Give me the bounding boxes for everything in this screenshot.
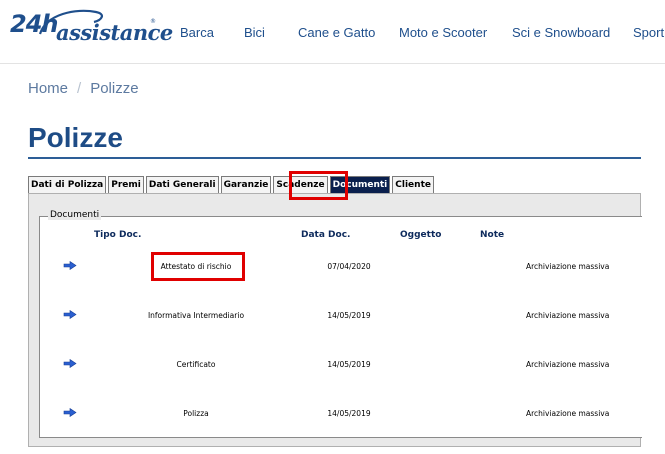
nav-item-moto-e-scooter[interactable]: Moto e Scooter: [399, 25, 487, 40]
breadcrumb-home[interactable]: Home: [28, 80, 68, 97]
doc-tipo[interactable]: Polizza: [183, 409, 208, 418]
column-header-note: Note: [480, 230, 505, 240]
column-header-tipo-doc: Tipo Doc.: [94, 230, 142, 240]
breadcrumb-separator: /: [77, 80, 82, 97]
tab-garanzie[interactable]: Garanzie: [220, 176, 272, 193]
attestato-highlight-box: [151, 252, 245, 281]
arrow-right-icon[interactable]: [63, 310, 77, 319]
nav-item-bici[interactable]: Bici: [244, 25, 265, 40]
breadcrumb-current: Polizze: [90, 80, 139, 97]
tab-bar: Dati di Polizza Premi Dati Generali Gara…: [28, 176, 436, 193]
doc-note: Archiviazione massiva: [526, 311, 610, 320]
top-navigation-bar: 24h assistance ® Barca Bici Cane e Gatto…: [0, 0, 665, 64]
doc-note: Archiviazione massiva: [526, 262, 610, 271]
doc-data: 07/04/2020: [327, 262, 371, 271]
nav-item-barca[interactable]: Barca: [180, 25, 214, 40]
title-divider: [28, 157, 641, 159]
doc-data: 14/05/2019: [327, 409, 371, 418]
tab-cliente[interactable]: Cliente: [392, 176, 434, 193]
nav-item-cane-e-gatto[interactable]: Cane e Gatto: [298, 25, 375, 40]
logo-registered-mark: ®: [150, 18, 156, 25]
tab-dati-di-polizza[interactable]: Dati di Polizza: [28, 176, 107, 193]
arrow-right-icon[interactable]: [63, 408, 77, 417]
doc-note: Archiviazione massiva: [526, 360, 610, 369]
nav-item-sport[interactable]: Sport: [633, 25, 664, 40]
doc-tipo[interactable]: Certificato: [177, 360, 216, 369]
doc-data: 14/05/2019: [327, 311, 371, 320]
page-title: Polizze: [28, 122, 123, 153]
tab-premi[interactable]: Premi: [108, 176, 144, 193]
nav-item-sci-e-snowboard[interactable]: Sci e Snowboard: [512, 25, 610, 40]
logo-number: 24h: [10, 10, 58, 38]
column-header-oggetto: Oggetto: [400, 230, 442, 240]
doc-data: 14/05/2019: [327, 360, 371, 369]
arrow-right-icon[interactable]: [63, 261, 77, 270]
column-header-data-doc: Data Doc.: [301, 230, 351, 240]
documents-fieldset: Documenti: [39, 210, 642, 438]
documenti-tab-highlight-box: [289, 171, 348, 200]
brand-logo[interactable]: 24h assistance ®: [8, 6, 173, 52]
doc-note: Archiviazione massiva: [526, 409, 610, 418]
documents-legend: Documenti: [48, 210, 102, 220]
doc-tipo[interactable]: Informativa Intermediario: [148, 311, 244, 320]
tab-dati-generali[interactable]: Dati Generali: [145, 176, 219, 193]
arrow-right-icon[interactable]: [63, 359, 77, 368]
breadcrumb: Home / Polizze: [28, 80, 139, 97]
